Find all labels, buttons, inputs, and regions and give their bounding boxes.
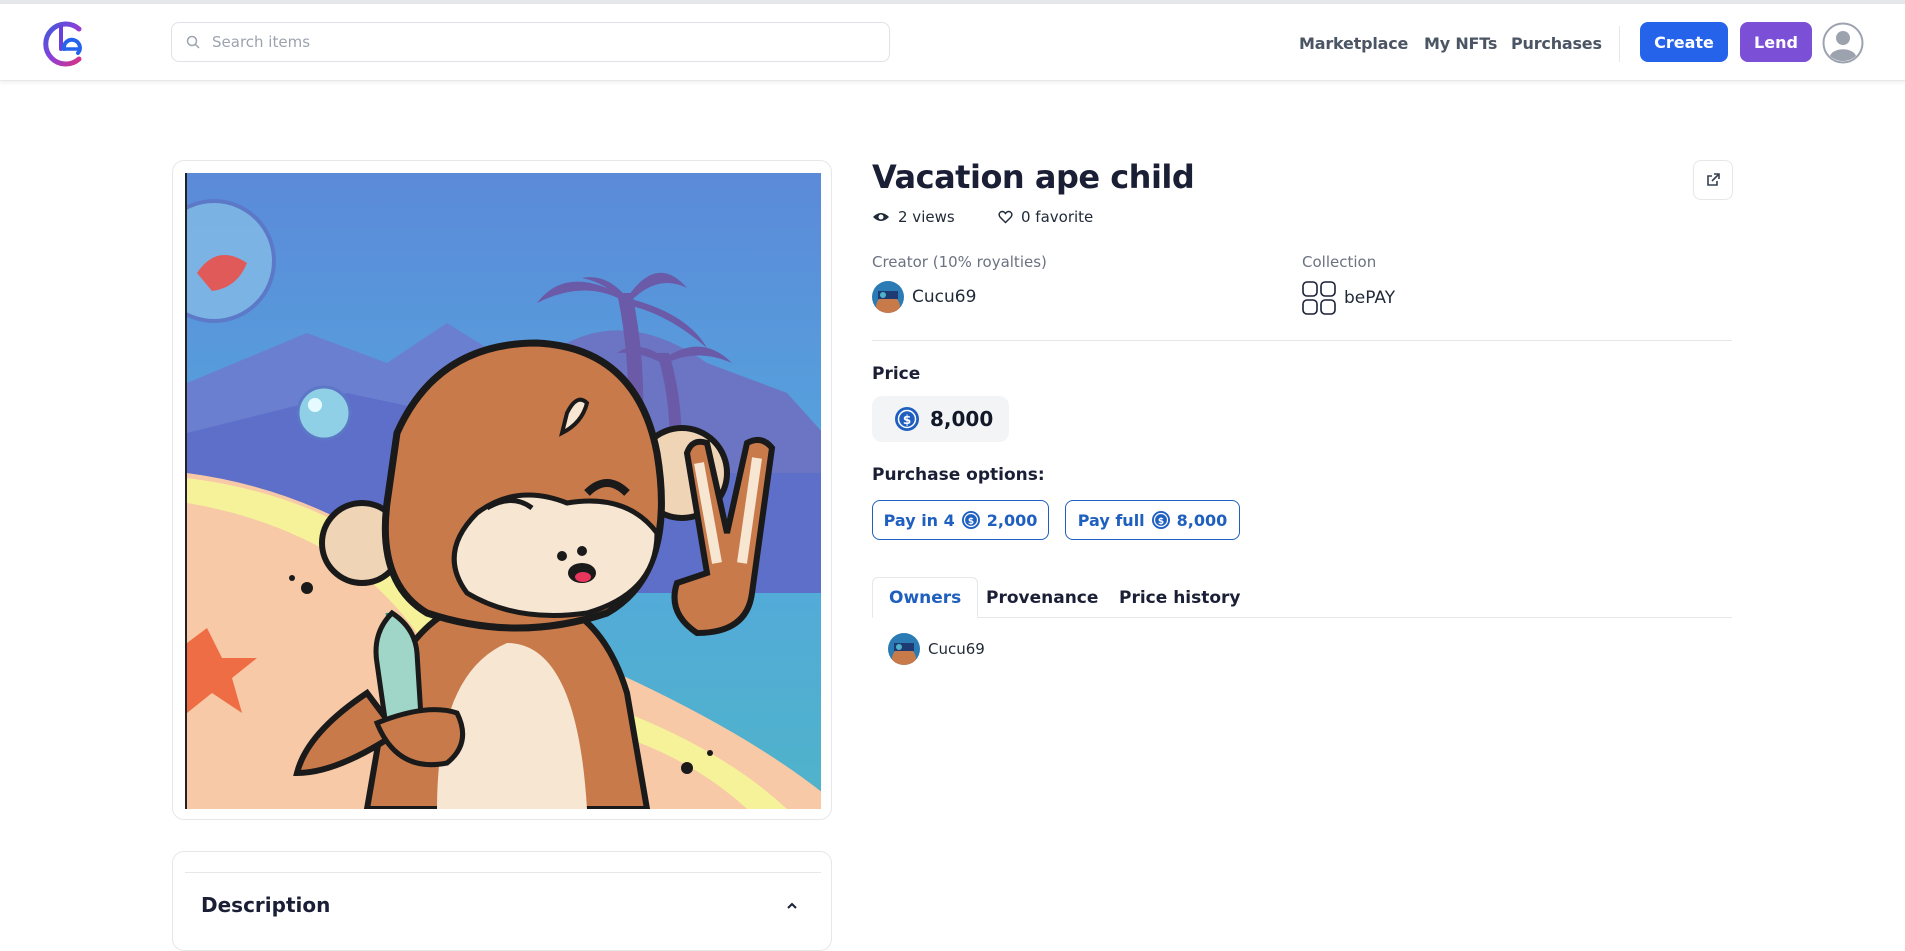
coin-icon: $ xyxy=(961,511,980,529)
views-stat: 2 views xyxy=(872,208,955,226)
owner-name: Cucu69 xyxy=(928,640,985,658)
price-value: 8,000 xyxy=(930,407,994,431)
search-icon xyxy=(186,35,200,49)
user-avatar-icon[interactable] xyxy=(1822,22,1864,64)
item-title: Vacation ape child xyxy=(872,158,1195,196)
eye-icon xyxy=(873,213,889,221)
views-count: 2 views xyxy=(898,208,955,226)
create-button[interactable]: Create xyxy=(1640,22,1728,62)
owner-list-item[interactable]: Cucu69 xyxy=(888,633,985,665)
svg-text:$: $ xyxy=(1158,517,1164,527)
pay-full-label: Pay full xyxy=(1077,510,1145,530)
favorites-stat[interactable]: 0 favorite xyxy=(998,208,1093,226)
creator-link[interactable]: Cucu69 xyxy=(872,281,976,313)
nft-artwork[interactable] xyxy=(185,173,821,809)
favorites-count: 0 favorite xyxy=(1021,208,1094,226)
description-title: Description xyxy=(201,893,331,917)
nav-marketplace[interactable]: Marketplace xyxy=(1299,34,1408,53)
pay-in-4-label: Pay in 4 xyxy=(883,510,955,530)
purchase-options-label: Purchase options: xyxy=(872,465,1045,485)
nft-image-card xyxy=(172,160,832,820)
nav-divider xyxy=(1619,26,1620,62)
description-header[interactable]: Description xyxy=(185,872,821,942)
ape-artwork-image xyxy=(187,173,821,809)
collection-label: Collection xyxy=(1302,253,1377,271)
price-label: Price xyxy=(872,364,921,384)
nav-purchases[interactable]: Purchases xyxy=(1511,34,1602,53)
pay-full-button[interactable]: Pay full $ 8,000 xyxy=(1065,500,1240,540)
collection-grid-icon xyxy=(1302,281,1336,315)
share-button[interactable] xyxy=(1693,160,1733,200)
section-divider xyxy=(872,340,1732,341)
chevron-up-icon[interactable] xyxy=(785,899,799,913)
heart-icon[interactable] xyxy=(998,210,1013,224)
collection-link[interactable]: bePAY xyxy=(1302,281,1395,315)
top-navbar: Marketplace My NFTs Purchases Create Len… xyxy=(0,4,1905,81)
external-link-icon xyxy=(1707,173,1720,186)
lend-button[interactable]: Lend xyxy=(1740,22,1812,62)
tab-price-history[interactable]: Price history xyxy=(1103,577,1257,618)
svg-text:$: $ xyxy=(968,517,974,527)
description-card[interactable]: Description xyxy=(172,851,832,951)
pay-in-4-button[interactable]: Pay in 4 $ 2,000 xyxy=(872,500,1049,540)
price-display: $ 8,000 xyxy=(872,396,1009,442)
brand-logo[interactable] xyxy=(41,19,89,69)
coin-icon: $ xyxy=(1151,511,1170,529)
search-input[interactable] xyxy=(212,33,872,51)
creator-avatar xyxy=(872,281,904,313)
tab-provenance[interactable]: Provenance xyxy=(970,577,1114,618)
creator-label: Creator (10% royalties) xyxy=(872,253,1047,271)
tab-owners[interactable]: Owners xyxy=(872,577,979,618)
search-bar[interactable] xyxy=(171,22,890,62)
coin-icon: $ xyxy=(895,407,919,431)
nav-my-nfts[interactable]: My NFTs xyxy=(1424,34,1497,53)
creator-name: Cucu69 xyxy=(912,287,977,307)
collection-name: bePAY xyxy=(1344,288,1396,308)
owner-avatar xyxy=(888,633,920,665)
svg-text:$: $ xyxy=(903,413,911,427)
pay-full-amount: 8,000 xyxy=(1176,510,1228,530)
pay-in-4-amount: 2,000 xyxy=(986,510,1038,530)
